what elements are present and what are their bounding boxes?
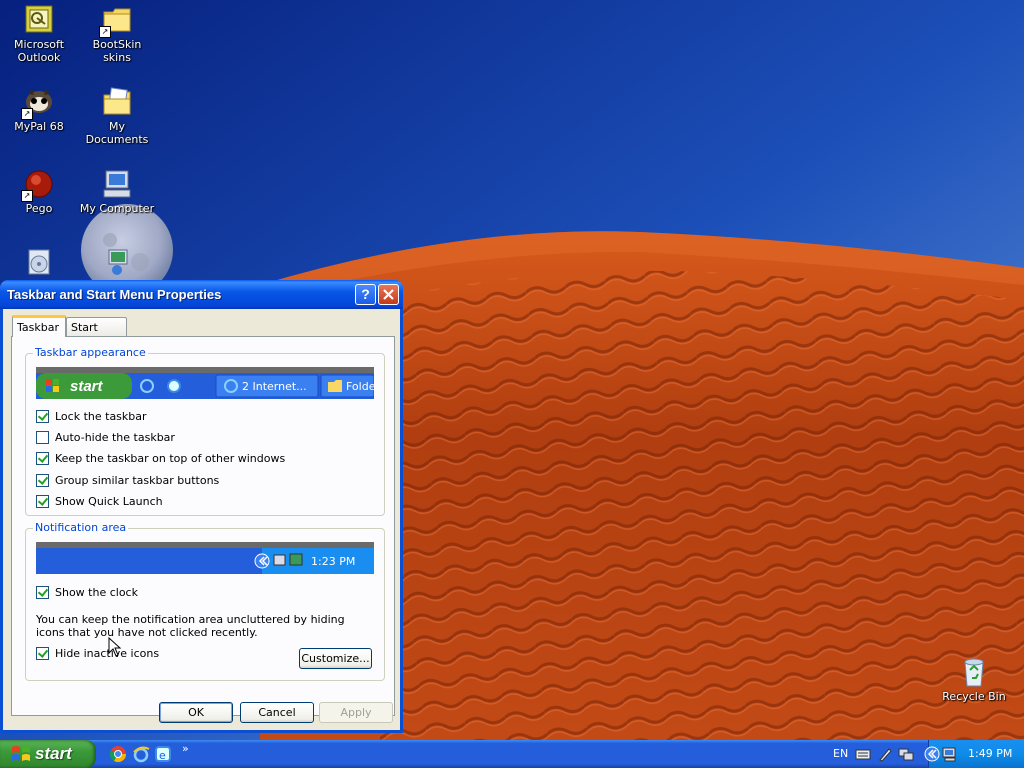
desktop-icon-recycle-bin[interactable]: Recycle Bin	[935, 656, 1013, 703]
quick-launch-option[interactable]: Show Quick Launch	[36, 495, 163, 509]
desktop-icon-my-computer[interactable]: My Computer	[78, 168, 156, 215]
help-button[interactable]: ?	[355, 284, 376, 305]
notification-description: You can keep the notification area unclu…	[36, 613, 345, 639]
pego-icon: ↗	[21, 168, 55, 202]
dialog-title: Taskbar and Start Menu Properties	[7, 287, 222, 302]
shortcut-arrow-icon: ↗	[21, 108, 33, 120]
network-icon[interactable]	[898, 746, 914, 762]
preview-button-label: 2 Internet...	[242, 380, 307, 393]
taskbar: start e » EN 1:49 PM	[0, 740, 1024, 768]
desktop-icon-outlook[interactable]: Microsoft Outlook	[0, 4, 78, 64]
quick-launch-overflow[interactable]: »	[182, 742, 189, 755]
folder-icon: ↗	[99, 4, 133, 38]
windows-logo-icon	[12, 746, 30, 761]
mouse-cursor-icon	[108, 637, 122, 657]
expand-tray-icon[interactable]	[924, 746, 940, 762]
taskbar-preview: start 2 Internet... Folde	[36, 367, 374, 403]
my-documents-icon	[101, 86, 133, 118]
group-title: Taskbar appearance	[33, 346, 148, 359]
taskbar-tab-panel: Taskbar appearance start 2 Internet... F…	[11, 336, 395, 716]
show-clock-checkbox[interactable]	[36, 586, 49, 599]
tab-start-menu[interactable]: Start Menu	[66, 317, 127, 353]
lock-taskbar-checkbox[interactable]	[36, 410, 49, 423]
tab-taskbar[interactable]: Taskbar	[12, 315, 66, 337]
outlook-icon	[23, 4, 55, 36]
preview-clock: 1:23 PM	[311, 555, 356, 568]
lock-taskbar-option[interactable]: Lock the taskbar	[36, 410, 147, 424]
ok-button[interactable]: OK	[159, 702, 233, 723]
dialog-titlebar[interactable]: Taskbar and Start Menu Properties ?	[0, 280, 403, 309]
my-computer-icon	[101, 168, 133, 200]
desktop-icon-label: Recycle Bin	[942, 690, 1006, 703]
desktop-icon-pego[interactable]: ↗ Pego	[0, 168, 78, 215]
ie-alt-icon[interactable]: e	[154, 745, 172, 763]
hide-inactive-checkbox[interactable]	[36, 647, 49, 660]
option-label: Lock the taskbar	[55, 410, 147, 423]
hide-inactive-option[interactable]: Hide inactive icons	[36, 647, 159, 661]
computer-tray-icon[interactable]	[942, 746, 958, 762]
desktop-icon-bootskin[interactable]: ↗ BootSkin skins	[78, 4, 156, 64]
group-buttons-checkbox[interactable]	[36, 474, 49, 487]
option-label: Group similar taskbar buttons	[55, 474, 220, 487]
taskbar-properties-dialog: Taskbar and Start Menu Properties ? Task…	[0, 280, 403, 733]
desktop-icon-mypal[interactable]: ↗ MyPal 68	[0, 86, 78, 133]
clock[interactable]: 1:49 PM	[968, 747, 1012, 760]
shortcut-arrow-icon: ↗	[21, 190, 33, 202]
svg-text:e: e	[159, 749, 166, 762]
preview-start-label: start	[70, 378, 103, 395]
close-icon	[383, 289, 394, 300]
notification-preview: 1:23 PM	[36, 542, 374, 578]
language-indicator[interactable]: EN	[833, 747, 848, 760]
customize-button[interactable]: Customize...	[299, 648, 372, 669]
group-buttons-option[interactable]: Group similar taskbar buttons	[36, 474, 219, 488]
desktop-icon-label: BootSkin skins	[92, 38, 142, 64]
option-label: Show the clock	[55, 586, 138, 599]
desktop-icon-label: My Documents	[85, 120, 149, 146]
show-clock-option[interactable]: Show the clock	[36, 586, 138, 600]
mypal-browser-icon: ↗	[21, 86, 55, 120]
chrome-icon[interactable]	[109, 745, 127, 763]
auto-hide-option[interactable]: Auto-hide the taskbar	[36, 431, 175, 445]
option-label: Auto-hide the taskbar	[55, 431, 175, 444]
start-label: start	[35, 744, 72, 763]
notification-area-group: Notification area 1:23 PM Show the clock…	[25, 521, 385, 681]
close-button[interactable]	[378, 284, 399, 305]
keep-on-top-checkbox[interactable]	[36, 452, 49, 465]
desktop-icon-media[interactable]	[0, 246, 78, 280]
recycle-bin-icon	[958, 656, 990, 688]
quick-launch-checkbox[interactable]	[36, 495, 49, 508]
cancel-button[interactable]: Cancel	[240, 702, 314, 723]
keep-on-top-option[interactable]: Keep the taskbar on top of other windows	[36, 452, 285, 466]
option-label: Show Quick Launch	[55, 495, 163, 508]
group-title: Notification area	[33, 521, 129, 534]
shortcut-arrow-icon: ↗	[99, 26, 111, 38]
option-label: Keep the taskbar on top of other windows	[55, 452, 286, 465]
desktop-icon-network[interactable]	[78, 246, 156, 280]
apply-button[interactable]: Apply	[319, 702, 393, 723]
keyboard-icon[interactable]	[855, 746, 871, 762]
auto-hide-checkbox[interactable]	[36, 431, 49, 444]
desktop-icon-label: My Computer	[79, 202, 155, 215]
media-player-icon	[23, 246, 55, 278]
taskbar-appearance-group: Taskbar appearance start 2 Internet... F…	[25, 346, 385, 516]
desktop-icon-label: MyPal 68	[14, 120, 64, 133]
network-places-icon	[101, 246, 133, 278]
desktop-icon-label: Outlook	[17, 51, 61, 64]
pen-icon[interactable]	[877, 746, 893, 762]
start-button[interactable]: start	[0, 740, 96, 768]
desktop-icon-label: Pego	[25, 202, 53, 215]
desktop-icon-label: Microsoft	[13, 38, 65, 51]
desktop-icon-my-documents[interactable]: My Documents	[78, 86, 156, 146]
internet-explorer-icon[interactable]	[132, 745, 150, 763]
preview-button2-label: Folde	[346, 380, 374, 393]
